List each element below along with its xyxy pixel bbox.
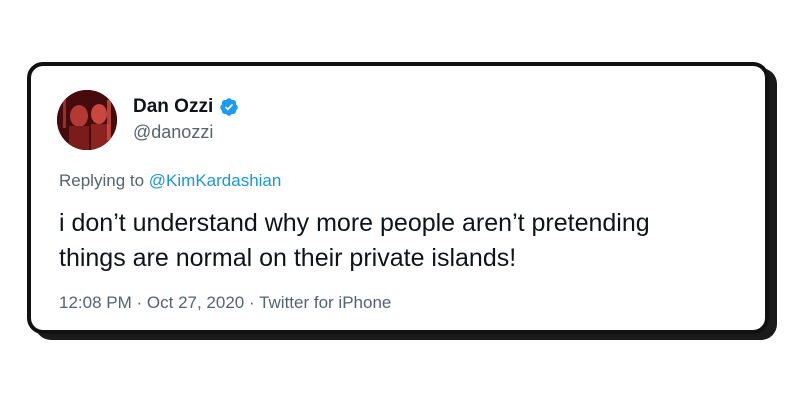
tweet-date[interactable]: Oct 27, 2020: [147, 293, 244, 312]
author-row: Dan Ozzi: [133, 96, 239, 118]
tweet-text-line-2: things are normal on their private islan…: [59, 244, 517, 272]
tweet-metadata: 12:08 PM · Oct 27, 2020 · Twitter for iP…: [59, 292, 391, 314]
meta-separator: ·: [136, 293, 143, 312]
meta-separator: ·: [248, 293, 255, 312]
tweet-text-line-1: i don’t understand why more people aren’…: [59, 209, 650, 237]
screenshot-stage: Dan Ozzi @danozzi Replying to @KimKardas…: [0, 0, 800, 400]
tweet-source: Twitter for iPhone: [259, 293, 392, 312]
tweet-text: i don’t understand why more people aren’…: [59, 206, 739, 276]
avatar-image: [57, 90, 117, 150]
verified-badge-icon: [219, 97, 239, 117]
avatar[interactable]: [57, 90, 117, 150]
replying-to-line: Replying to @KimKardashian: [59, 170, 281, 192]
reply-mention-link[interactable]: @KimKardashian: [149, 171, 282, 190]
tweet-card: Dan Ozzi @danozzi Replying to @KimKardas…: [27, 62, 769, 334]
author-name[interactable]: Dan Ozzi: [133, 96, 213, 118]
replying-to-label: Replying to: [59, 171, 145, 190]
author-handle[interactable]: @danozzi: [133, 121, 213, 143]
tweet-time[interactable]: 12:08 PM: [59, 293, 132, 312]
